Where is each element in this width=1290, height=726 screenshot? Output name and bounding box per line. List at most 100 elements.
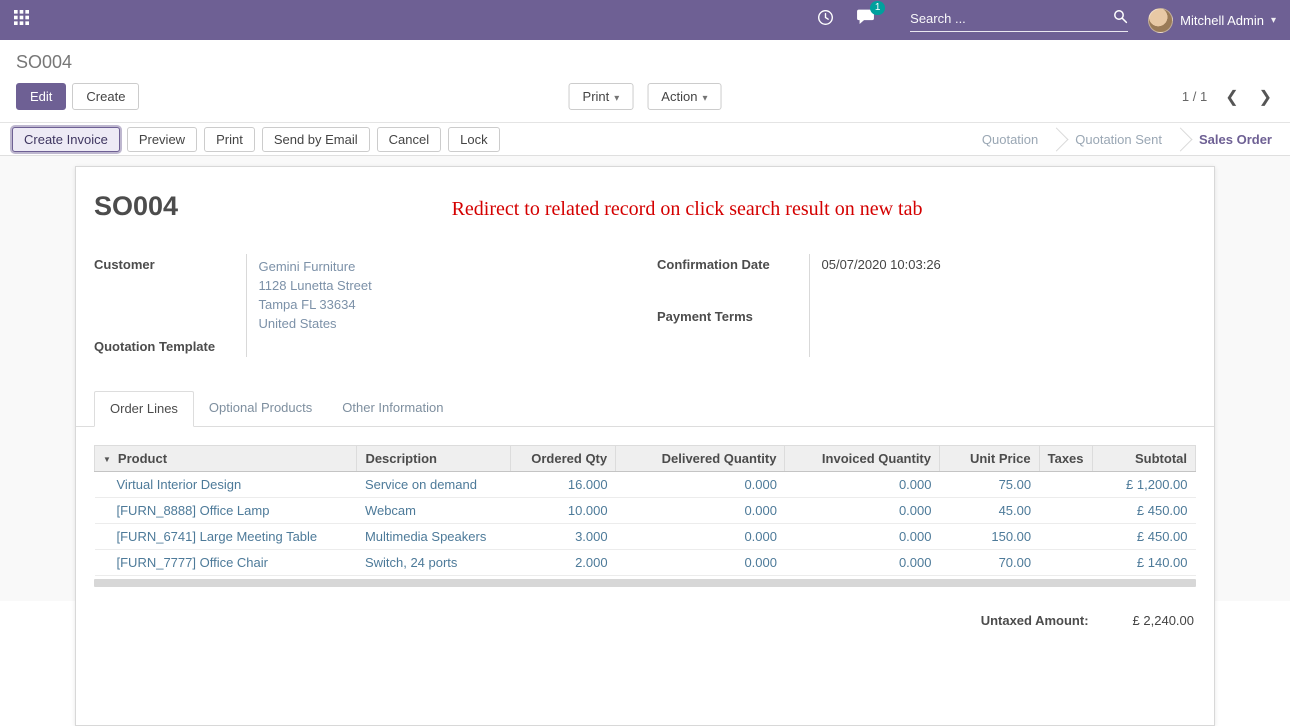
statusbar: Create Invoice Preview Print Send by Ema… bbox=[0, 122, 1290, 156]
horizontal-scrollbar[interactable] bbox=[94, 579, 1196, 587]
column-header-invoiced-quantity[interactable]: Invoiced Quantity bbox=[785, 446, 940, 472]
untaxed-amount-label: Untaxed Amount: bbox=[981, 613, 1089, 628]
field-groups: Customer Gemini Furniture 1128 Lunetta S… bbox=[94, 254, 1196, 357]
column-header-product[interactable]: ▼Product bbox=[95, 446, 357, 472]
column-header-delivered-quantity[interactable]: Delivered Quantity bbox=[616, 446, 785, 472]
navbar-search bbox=[910, 8, 1128, 32]
customer-link[interactable]: Gemini Furniture bbox=[259, 257, 634, 276]
product-link[interactable]: Virtual Interior Design bbox=[95, 472, 357, 498]
create-button[interactable]: Create bbox=[72, 83, 139, 110]
sort-caret-icon: ▼ bbox=[103, 455, 111, 464]
column-header-ordered-qty[interactable]: Ordered Qty bbox=[511, 446, 616, 472]
pager-counter: 1 / 1 bbox=[1182, 89, 1207, 104]
subtotal-cell: £ 450.00 bbox=[1092, 524, 1195, 550]
tab-order-lines[interactable]: Order Lines bbox=[94, 391, 194, 427]
product-link[interactable]: [FURN_8888] Office Lamp bbox=[95, 498, 357, 524]
control-panel: Edit Create Print▾ Action▾ 1 / 1 ❮ ❯ bbox=[0, 75, 1290, 122]
column-header-unit-price[interactable]: Unit Price bbox=[940, 446, 1040, 472]
top-navbar: 1 Mitchell Admin ▾ bbox=[0, 0, 1290, 40]
pager: 1 / 1 ❮ ❯ bbox=[1182, 87, 1274, 107]
customer-address-line: 1128 Lunetta Street bbox=[259, 276, 634, 295]
action-dropdown[interactable]: Action▾ bbox=[647, 83, 721, 110]
cancel-button[interactable]: Cancel bbox=[377, 127, 441, 152]
messages-button[interactable]: 1 bbox=[856, 9, 875, 31]
quotation-template-value bbox=[246, 336, 633, 357]
invoiced-qty-cell: 0.000 bbox=[785, 498, 940, 524]
lock-button[interactable]: Lock bbox=[448, 127, 499, 152]
customer-address-line: United States bbox=[259, 314, 634, 333]
customer-value: Gemini Furniture 1128 Lunetta Street Tam… bbox=[246, 254, 633, 336]
tab-optional-products[interactable]: Optional Products bbox=[194, 391, 327, 427]
action-menus: Print▾ Action▾ bbox=[569, 83, 722, 110]
confirmation-date-label: Confirmation Date bbox=[657, 254, 809, 306]
column-header-subtotal[interactable]: Subtotal bbox=[1092, 446, 1195, 472]
chevron-down-icon: ▾ bbox=[614, 93, 619, 104]
user-name: Mitchell Admin bbox=[1180, 13, 1264, 28]
user-avatar bbox=[1148, 8, 1173, 33]
status-quotation[interactable]: Quotation bbox=[964, 132, 1056, 147]
quotation-template-label: Quotation Template bbox=[94, 336, 246, 357]
untaxed-amount-value: £ 2,240.00 bbox=[1133, 613, 1194, 628]
confirmation-date-value: 05/07/2020 10:03:26 bbox=[809, 254, 1196, 306]
order-lines-table: ▼Product Description Ordered Qty Deliver… bbox=[94, 445, 1196, 576]
notebook-tabs: Order Lines Optional Products Other Info… bbox=[76, 391, 1214, 427]
payment-terms-label: Payment Terms bbox=[657, 306, 809, 358]
form-view-background: SO004 Redirect to related record on clic… bbox=[0, 156, 1290, 601]
left-field-group: Customer Gemini Furniture 1128 Lunetta S… bbox=[94, 254, 633, 357]
preview-button[interactable]: Preview bbox=[127, 127, 197, 152]
search-input[interactable] bbox=[910, 8, 1113, 29]
create-invoice-button[interactable]: Create Invoice bbox=[12, 127, 120, 152]
status-pipeline: Quotation Quotation Sent Sales Order bbox=[964, 123, 1290, 155]
pager-next-icon[interactable]: ❯ bbox=[1257, 87, 1274, 107]
clock-icon bbox=[817, 9, 834, 31]
table-row[interactable]: Virtual Interior Design Service on deman… bbox=[95, 472, 1196, 498]
delivered-qty-cell: 0.000 bbox=[616, 550, 785, 576]
tab-other-information[interactable]: Other Information bbox=[327, 391, 458, 427]
delivered-qty-cell: 0.000 bbox=[616, 498, 785, 524]
message-count-badge: 1 bbox=[870, 1, 885, 15]
payment-terms-value bbox=[809, 306, 1196, 358]
taxes-cell bbox=[1039, 472, 1092, 498]
description-cell: Multimedia Speakers bbox=[357, 524, 511, 550]
status-quotation-sent[interactable]: Quotation Sent bbox=[1057, 132, 1180, 147]
breadcrumb: SO004 bbox=[16, 52, 72, 72]
invoiced-qty-cell: 0.000 bbox=[785, 524, 940, 550]
activities-button[interactable] bbox=[817, 9, 834, 31]
column-header-description[interactable]: Description bbox=[357, 446, 511, 472]
customer-label: Customer bbox=[94, 254, 246, 336]
subtotal-cell: £ 1,200.00 bbox=[1092, 472, 1195, 498]
edit-button[interactable]: Edit bbox=[16, 83, 66, 110]
table-row[interactable]: [FURN_7777] Office Chair Switch, 24 port… bbox=[95, 550, 1196, 576]
unit-price-cell: 70.00 bbox=[940, 550, 1040, 576]
table-header-row: ▼Product Description Ordered Qty Deliver… bbox=[95, 446, 1196, 472]
product-link[interactable]: [FURN_6741] Large Meeting Table bbox=[95, 524, 357, 550]
status-sales-order[interactable]: Sales Order bbox=[1181, 132, 1290, 147]
apps-grid-icon bbox=[14, 10, 29, 30]
ordered-qty-cell: 2.000 bbox=[511, 550, 616, 576]
send-by-email-button[interactable]: Send by Email bbox=[262, 127, 370, 152]
taxes-cell bbox=[1039, 550, 1092, 576]
pager-previous-icon[interactable]: ❮ bbox=[1223, 87, 1240, 107]
print-dropdown[interactable]: Print▾ bbox=[569, 83, 634, 110]
unit-price-cell: 75.00 bbox=[940, 472, 1040, 498]
product-link[interactable]: [FURN_7777] Office Chair bbox=[95, 550, 357, 576]
ordered-qty-cell: 3.000 bbox=[511, 524, 616, 550]
print-button[interactable]: Print bbox=[204, 127, 255, 152]
taxes-cell bbox=[1039, 524, 1092, 550]
user-menu[interactable]: Mitchell Admin ▾ bbox=[1148, 8, 1276, 33]
table-row[interactable]: [FURN_6741] Large Meeting Table Multimed… bbox=[95, 524, 1196, 550]
description-cell: Switch, 24 ports bbox=[357, 550, 511, 576]
invoiced-qty-cell: 0.000 bbox=[785, 550, 940, 576]
totals-section: Untaxed Amount: £ 2,240.00 bbox=[94, 613, 1196, 628]
chevron-down-icon: ▾ bbox=[702, 93, 707, 104]
unit-price-cell: 45.00 bbox=[940, 498, 1040, 524]
chevron-down-icon: ▾ bbox=[1271, 15, 1276, 26]
invoiced-qty-cell: 0.000 bbox=[785, 472, 940, 498]
breadcrumb-row: SO004 bbox=[0, 40, 1290, 75]
table-row[interactable]: [FURN_8888] Office Lamp Webcam 10.000 0.… bbox=[95, 498, 1196, 524]
taxes-cell bbox=[1039, 498, 1092, 524]
customer-address-line: Tampa FL 33634 bbox=[259, 295, 634, 314]
apps-menu-button[interactable] bbox=[14, 10, 29, 30]
column-header-taxes[interactable]: Taxes bbox=[1039, 446, 1092, 472]
search-icon[interactable] bbox=[1113, 9, 1128, 29]
